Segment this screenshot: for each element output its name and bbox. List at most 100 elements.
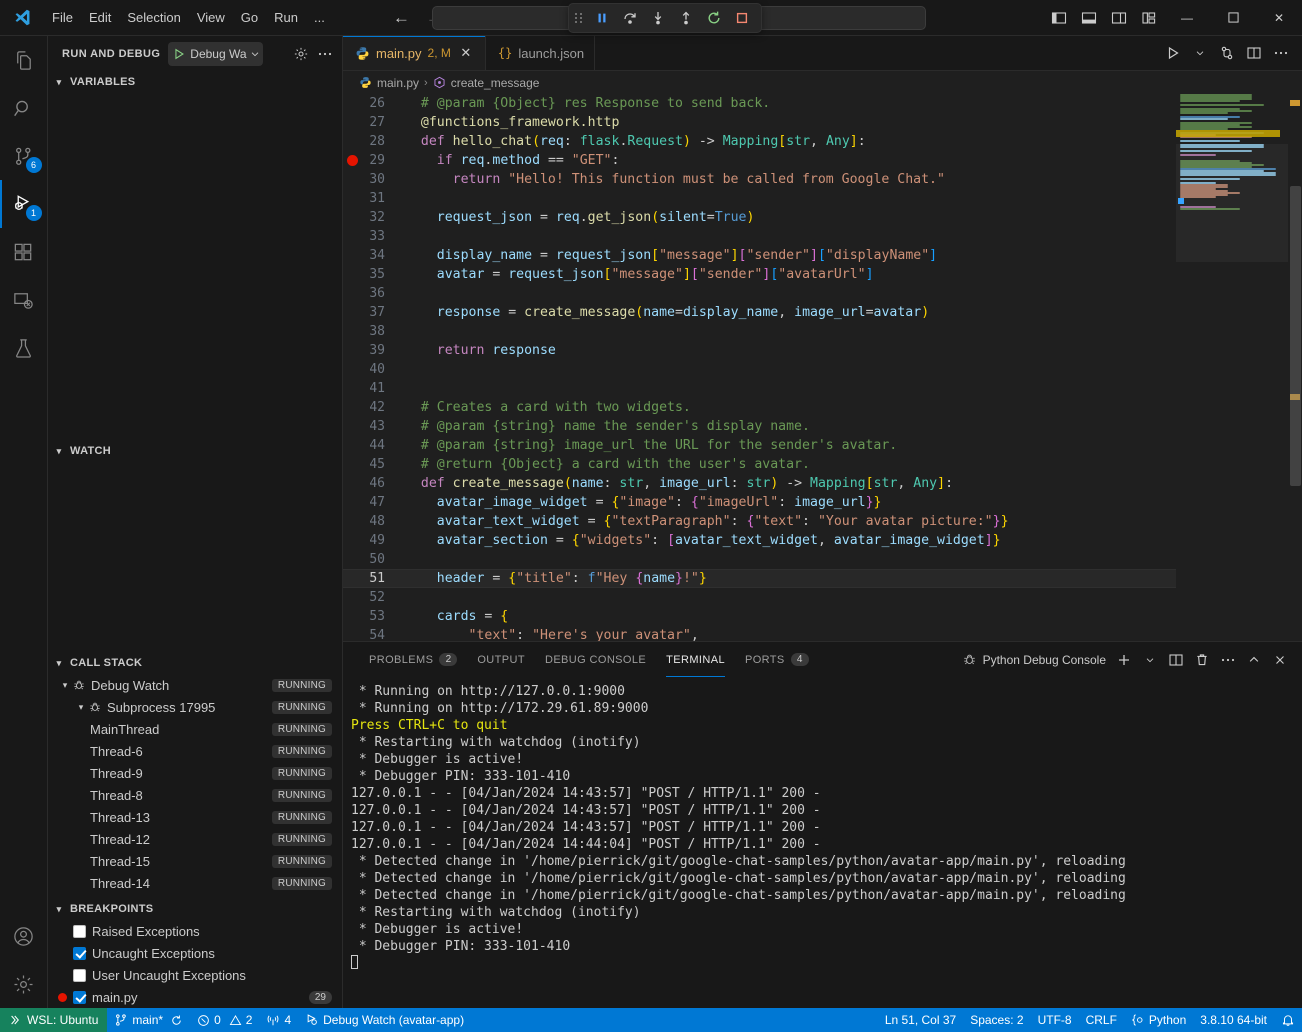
chevron-down-icon[interactable]: ▾ — [74, 702, 88, 713]
maximize-panel-icon[interactable] — [1242, 648, 1266, 672]
new-terminal-icon[interactable] — [1112, 648, 1136, 672]
code-line[interactable]: 37 response = create_message(name=displa… — [343, 303, 1176, 322]
go-back-icon[interactable]: ← — [393, 9, 410, 26]
source-control-graph-icon[interactable] — [1214, 39, 1240, 67]
debug-toolbar[interactable] — [568, 3, 762, 33]
code-line[interactable]: 31 — [343, 189, 1176, 208]
panel-tab-debug-console[interactable]: DEBUG CONSOLE — [535, 642, 656, 677]
line-number[interactable]: 48 — [343, 512, 405, 531]
line-number[interactable]: 36 — [343, 284, 405, 303]
breakpoint-checkbox[interactable] — [73, 991, 86, 1004]
activity-remote-explorer[interactable] — [0, 276, 48, 324]
line-number[interactable]: 34 — [343, 246, 405, 265]
panel-tab-ports[interactable]: PORTS 4 — [735, 642, 819, 677]
code-line[interactable]: 42 # Creates a card with two widgets. — [343, 398, 1176, 417]
activity-testing[interactable] — [0, 324, 48, 372]
stop-icon[interactable] — [729, 6, 755, 30]
code-line[interactable]: 50 — [343, 550, 1176, 569]
activity-manage-settings[interactable] — [0, 960, 48, 1008]
line-number[interactable]: 45 — [343, 455, 405, 474]
maximize-button[interactable] — [1210, 0, 1256, 36]
menu-more[interactable]: ... — [306, 6, 333, 29]
code-line[interactable]: 35 avatar = request_json["message"]["sen… — [343, 265, 1176, 284]
minimap-slider[interactable] — [1176, 144, 1288, 262]
line-number[interactable]: 49 — [343, 531, 405, 550]
terminal-dropdown-icon[interactable] — [1138, 648, 1162, 672]
activity-extensions[interactable] — [0, 228, 48, 276]
restart-icon[interactable] — [701, 6, 727, 30]
code-line[interactable]: 38 — [343, 322, 1176, 341]
call-stack-row[interactable]: Thread-15RUNNING — [48, 850, 342, 872]
editor-scrollbar[interactable] — [1288, 94, 1302, 641]
breakpoint-dot-icon[interactable] — [347, 155, 358, 166]
code-line[interactable]: 39 return response — [343, 341, 1176, 360]
line-number[interactable]: 38 — [343, 322, 405, 341]
code-line[interactable]: 29 if req.method == "GET": — [343, 151, 1176, 170]
status-branch[interactable]: main* — [107, 1008, 190, 1032]
line-number[interactable]: 47 — [343, 493, 405, 512]
menu-edit[interactable]: Edit — [81, 6, 119, 29]
status-encoding[interactable]: UTF-8 — [1031, 1008, 1079, 1032]
activity-explorer[interactable] — [0, 36, 48, 84]
toggle-panel-icon[interactable] — [1074, 3, 1104, 33]
menu-go[interactable]: Go — [233, 6, 266, 29]
breadcrumb-symbol[interactable]: create_message — [451, 76, 540, 90]
line-number[interactable]: 35 — [343, 265, 405, 284]
code-line[interactable]: 51 header = {"title": f"Hey {name}!"} — [343, 569, 1176, 588]
status-remote-indicator[interactable]: WSL: Ubuntu — [0, 1008, 107, 1032]
status-indentation[interactable]: Spaces: 2 — [963, 1008, 1030, 1032]
breadcrumb-file[interactable]: main.py — [377, 76, 419, 90]
status-notifications[interactable] — [1274, 1008, 1302, 1032]
split-terminal-icon[interactable] — [1164, 648, 1188, 672]
activity-source-control[interactable]: 6 — [0, 132, 48, 180]
menu-selection[interactable]: Selection — [119, 6, 188, 29]
step-out-icon[interactable] — [673, 6, 699, 30]
section-watch-header[interactable]: ▾ WATCH — [48, 440, 342, 462]
status-interpreter[interactable]: 3.8.10 64-bit — [1193, 1008, 1274, 1032]
line-number[interactable]: 28 — [343, 132, 405, 151]
status-ports[interactable]: 4 — [259, 1008, 298, 1032]
call-stack-row[interactable]: ▾Debug WatchRUNNING — [48, 674, 342, 696]
breakpoint-row[interactable]: Raised Exceptions — [48, 920, 342, 942]
editor-more-actions-icon[interactable] — [1268, 39, 1294, 67]
code-line[interactable]: 33 — [343, 227, 1176, 246]
line-number[interactable]: 51 — [343, 569, 405, 588]
terminal-output[interactable]: * Running on http://127.0.0.1:9000 * Run… — [343, 677, 1302, 1008]
line-number[interactable]: 53 — [343, 607, 405, 626]
code-line[interactable]: 45 # @return {Object} a card with the us… — [343, 455, 1176, 474]
code-viewport[interactable]: 26 # @param {Object} res Response to sen… — [343, 94, 1176, 641]
customize-layout-icon[interactable] — [1134, 3, 1164, 33]
status-cursor-position[interactable]: Ln 51, Col 37 — [878, 1008, 963, 1032]
call-stack-row[interactable]: Thread-8RUNNING — [48, 784, 342, 806]
code-line[interactable]: 52 — [343, 588, 1176, 607]
line-number[interactable]: 37 — [343, 303, 405, 322]
code-line[interactable]: 32 request_json = req.get_json(silent=Tr… — [343, 208, 1176, 227]
status-language-mode[interactable]: Python — [1124, 1008, 1193, 1032]
call-stack-row[interactable]: ▾Subprocess 17995RUNNING — [48, 696, 342, 718]
gear-icon[interactable] — [290, 43, 312, 65]
code-line[interactable]: 30 return "Hello! This function must be … — [343, 170, 1176, 189]
line-number[interactable]: 32 — [343, 208, 405, 227]
code-content[interactable]: 26 # @param {Object} res Response to sen… — [343, 94, 1176, 641]
line-number[interactable]: 42 — [343, 398, 405, 417]
code-line[interactable]: 49 avatar_section = {"widgets": [avatar_… — [343, 531, 1176, 550]
call-stack-row[interactable]: Thread-14RUNNING — [48, 872, 342, 894]
code-line[interactable]: 54 "text": "Here's your avatar", — [343, 626, 1176, 641]
panel-more-actions-icon[interactable] — [1216, 648, 1240, 672]
call-stack-row[interactable]: Thread-9RUNNING — [48, 762, 342, 784]
menu-file[interactable]: File — [44, 6, 81, 29]
run-chevron-down-icon[interactable] — [1187, 39, 1213, 67]
line-number[interactable]: 44 — [343, 436, 405, 455]
line-number[interactable]: 52 — [343, 588, 405, 607]
line-number[interactable]: 41 — [343, 379, 405, 398]
activity-search[interactable] — [0, 84, 48, 132]
active-terminal-name[interactable]: Python Debug Console — [962, 652, 1106, 667]
breakpoint-checkbox[interactable] — [73, 969, 86, 982]
code-line[interactable]: 40 — [343, 360, 1176, 379]
chevron-down-icon[interactable]: ▾ — [58, 680, 72, 691]
call-stack-row[interactable]: MainThreadRUNNING — [48, 718, 342, 740]
code-line[interactable]: 41 — [343, 379, 1176, 398]
close-panel-icon[interactable] — [1268, 648, 1292, 672]
section-breakpoints-header[interactable]: ▾ BREAKPOINTS — [48, 898, 342, 920]
line-number[interactable]: 30 — [343, 170, 405, 189]
